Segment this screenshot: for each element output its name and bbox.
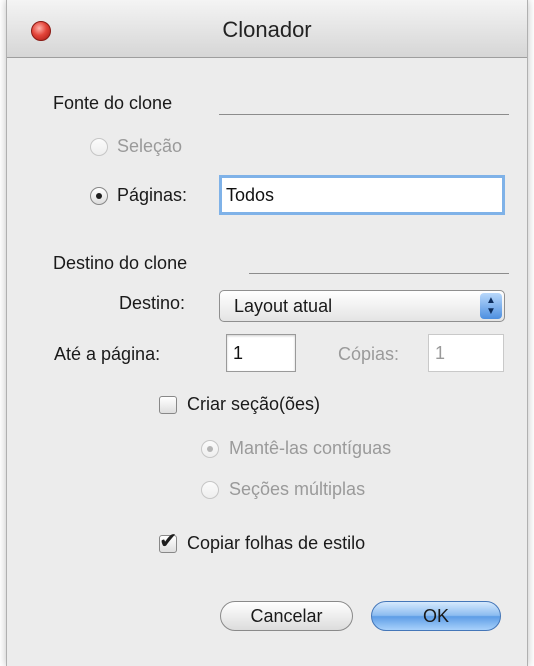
destination-divider [249, 273, 509, 274]
select-arrows-icon: ▲ ▼ [480, 293, 502, 319]
ok-button[interactable]: OK [371, 601, 501, 631]
criar-secoes-label: Criar seção(ões) [187, 394, 321, 414]
destino-select[interactable]: Layout atual ▲ ▼ [219, 290, 505, 322]
copias-input[interactable]: 1 [428, 334, 504, 372]
criar-secoes-checkbox[interactable] [159, 396, 177, 414]
pages-radio[interactable] [90, 187, 108, 205]
copias-input-value: 1 [435, 342, 446, 363]
cancel-button[interactable]: Cancelar [220, 601, 353, 631]
ate-input-value: 1 [233, 342, 244, 363]
destino-select-value: Layout atual [234, 295, 333, 316]
pages-input[interactable]: Todos [219, 175, 505, 215]
title-bar: Clonador [7, 0, 527, 58]
mantelas-label: Mantê-las contíguas [229, 438, 392, 458]
window-title: Clonador [222, 17, 312, 42]
source-heading: Fonte do clone [53, 93, 173, 113]
source-divider [219, 114, 509, 115]
ate-label: Até a página: [54, 344, 161, 364]
selection-radio[interactable] [90, 138, 108, 156]
destino-label: Destino: [119, 293, 186, 313]
mantelas-radio[interactable] [201, 440, 219, 458]
pages-input-value: Todos [226, 184, 275, 205]
clonador-dialog: Clonador Fonte do clone Seleção Páginas:… [6, 0, 528, 666]
checkmark-icon: ✔ [159, 528, 178, 553]
pages-label: Páginas: [117, 185, 188, 205]
copiar-folhas-label: Copiar folhas de estilo [187, 533, 366, 553]
secoes-multiplas-radio[interactable] [201, 481, 219, 499]
copiar-folhas-checkbox[interactable]: ✔ [159, 530, 177, 553]
selection-label: Seleção [117, 136, 183, 156]
secoes-multiplas-label: Seções múltiplas [229, 479, 366, 499]
copias-label: Cópias: [338, 344, 400, 364]
ate-input[interactable]: 1 [226, 334, 296, 372]
destination-heading: Destino do clone [53, 253, 188, 273]
